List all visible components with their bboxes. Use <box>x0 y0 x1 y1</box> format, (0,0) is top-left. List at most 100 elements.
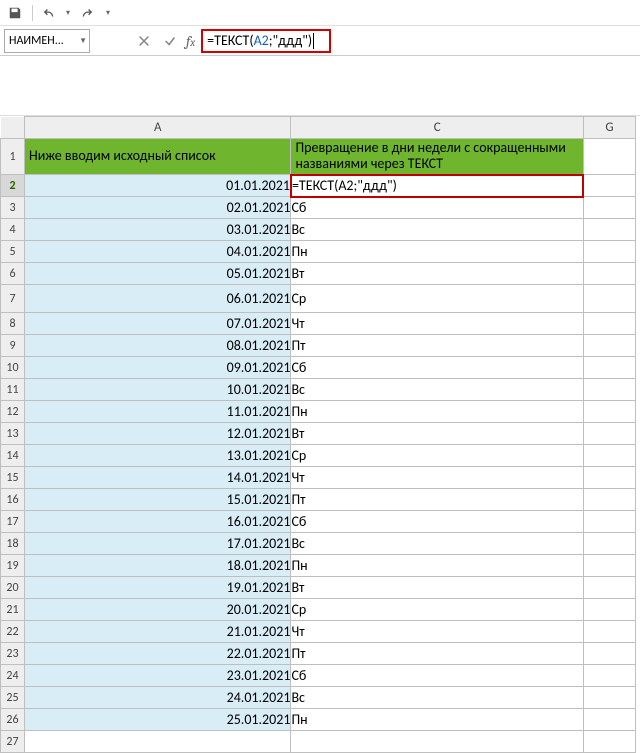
row-header[interactable]: 17 <box>1 511 25 533</box>
cell-C24[interactable]: Сб <box>291 665 583 687</box>
cell-G9[interactable] <box>583 335 635 357</box>
cell-G7[interactable] <box>583 285 635 313</box>
cell-G14[interactable] <box>583 445 635 467</box>
cell-G17[interactable] <box>583 511 635 533</box>
cell-A1[interactable]: Ниже вводим исходный список <box>25 139 291 175</box>
cell-C8[interactable]: Чт <box>291 313 583 335</box>
undo-icon[interactable] <box>39 2 61 24</box>
save-icon[interactable] <box>4 2 26 24</box>
customize-qat-icon[interactable]: ▾ <box>103 2 113 24</box>
cell-G1[interactable] <box>583 139 635 175</box>
cell-G22[interactable] <box>583 621 635 643</box>
cell-A27[interactable] <box>25 731 291 753</box>
cell-G3[interactable] <box>583 197 635 219</box>
name-box-dropdown-icon[interactable]: ▼ <box>79 36 87 46</box>
cell-C17[interactable]: Сб <box>291 511 583 533</box>
cell-A7[interactable]: 06.01.2021 <box>25 285 291 313</box>
col-header-G[interactable]: G <box>583 117 635 139</box>
cell-G21[interactable] <box>583 599 635 621</box>
cell-A26[interactable]: 25.01.2021 <box>25 709 291 731</box>
cell-G18[interactable] <box>583 533 635 555</box>
formula-input[interactable]: =ТЕКСТ(A2;"ддд") <box>201 29 331 53</box>
cell-G6[interactable] <box>583 263 635 285</box>
cell-G8[interactable] <box>583 313 635 335</box>
cell-A6[interactable]: 05.01.2021 <box>25 263 291 285</box>
cell-C7[interactable]: Ср <box>291 285 583 313</box>
col-header-A[interactable]: A <box>25 117 291 139</box>
row-header[interactable]: 15 <box>1 467 25 489</box>
cell-G15[interactable] <box>583 467 635 489</box>
spreadsheet-grid[interactable]: A C G 1 Ниже вводим исходный список Прев… <box>0 116 640 753</box>
cell-G16[interactable] <box>583 489 635 511</box>
cell-G5[interactable] <box>583 241 635 263</box>
cell-C18[interactable]: Вс <box>291 533 583 555</box>
cell-C27[interactable] <box>291 731 583 753</box>
cell-G13[interactable] <box>583 423 635 445</box>
cell-C26[interactable]: Пн <box>291 709 583 731</box>
cell-C1[interactable]: Превращение в дни недели с сокращенными … <box>291 139 583 175</box>
row-header[interactable]: 12 <box>1 401 25 423</box>
cell-A5[interactable]: 04.01.2021 <box>25 241 291 263</box>
row-header[interactable]: 16 <box>1 489 25 511</box>
row-header[interactable]: 14 <box>1 445 25 467</box>
row-header[interactable]: 21 <box>1 599 25 621</box>
row-header[interactable]: 3 <box>1 197 25 219</box>
cell-C16[interactable]: Пт <box>291 489 583 511</box>
cell-C14[interactable]: Ср <box>291 445 583 467</box>
row-header[interactable]: 26 <box>1 709 25 731</box>
cell-C4[interactable]: Вс <box>291 219 583 241</box>
cell-C20[interactable]: Вт <box>291 577 583 599</box>
cell-A9[interactable]: 08.01.2021 <box>25 335 291 357</box>
name-box[interactable]: НАИМЕН... ▼ <box>4 29 90 53</box>
row-header[interactable]: 1 <box>1 139 25 175</box>
row-header[interactable]: 13 <box>1 423 25 445</box>
cell-A25[interactable]: 24.01.2021 <box>25 687 291 709</box>
row-header[interactable]: 7 <box>1 285 25 313</box>
row-header[interactable]: 11 <box>1 379 25 401</box>
cell-G4[interactable] <box>583 219 635 241</box>
row-header[interactable]: 23 <box>1 643 25 665</box>
cell-C13[interactable]: Вт <box>291 423 583 445</box>
cell-A24[interactable]: 23.01.2021 <box>25 665 291 687</box>
cell-G25[interactable] <box>583 687 635 709</box>
cell-G19[interactable] <box>583 555 635 577</box>
cancel-icon[interactable] <box>134 31 154 51</box>
cell-A21[interactable]: 20.01.2021 <box>25 599 291 621</box>
cell-A13[interactable]: 12.01.2021 <box>25 423 291 445</box>
redo-icon[interactable] <box>75 2 97 24</box>
cell-C15[interactable]: Чт <box>291 467 583 489</box>
col-header-C[interactable]: C <box>291 117 583 139</box>
cell-A17[interactable]: 16.01.2021 <box>25 511 291 533</box>
cell-C2[interactable]: =ТЕКСТ(A2;"ддд") <box>291 175 583 197</box>
row-header[interactable]: 6 <box>1 263 25 285</box>
row-header[interactable]: 5 <box>1 241 25 263</box>
cell-C9[interactable]: Пт <box>291 335 583 357</box>
cell-A12[interactable]: 11.01.2021 <box>25 401 291 423</box>
cell-A14[interactable]: 13.01.2021 <box>25 445 291 467</box>
row-header[interactable]: 18 <box>1 533 25 555</box>
cell-A23[interactable]: 22.01.2021 <box>25 643 291 665</box>
fx-icon[interactable]: fx <box>186 32 195 50</box>
row-header[interactable]: 2 <box>1 175 25 197</box>
cell-A11[interactable]: 10.01.2021 <box>25 379 291 401</box>
cell-A18[interactable]: 17.01.2021 <box>25 533 291 555</box>
cell-G24[interactable] <box>583 665 635 687</box>
cell-C11[interactable]: Вс <box>291 379 583 401</box>
row-header[interactable]: 20 <box>1 577 25 599</box>
cell-G20[interactable] <box>583 577 635 599</box>
cell-C10[interactable]: Сб <box>291 357 583 379</box>
cell-A16[interactable]: 15.01.2021 <box>25 489 291 511</box>
cell-C6[interactable]: Вт <box>291 263 583 285</box>
row-header[interactable]: 19 <box>1 555 25 577</box>
row-header[interactable]: 27 <box>1 731 25 753</box>
cell-C5[interactable]: Пн <box>291 241 583 263</box>
cell-A10[interactable]: 09.01.2021 <box>25 357 291 379</box>
row-header[interactable]: 10 <box>1 357 25 379</box>
cell-G11[interactable] <box>583 379 635 401</box>
cell-G27[interactable] <box>583 731 635 753</box>
cell-G10[interactable] <box>583 357 635 379</box>
cell-A19[interactable]: 18.01.2021 <box>25 555 291 577</box>
row-header[interactable]: 24 <box>1 665 25 687</box>
cell-A22[interactable]: 21.01.2021 <box>25 621 291 643</box>
select-all-corner[interactable] <box>1 117 25 139</box>
